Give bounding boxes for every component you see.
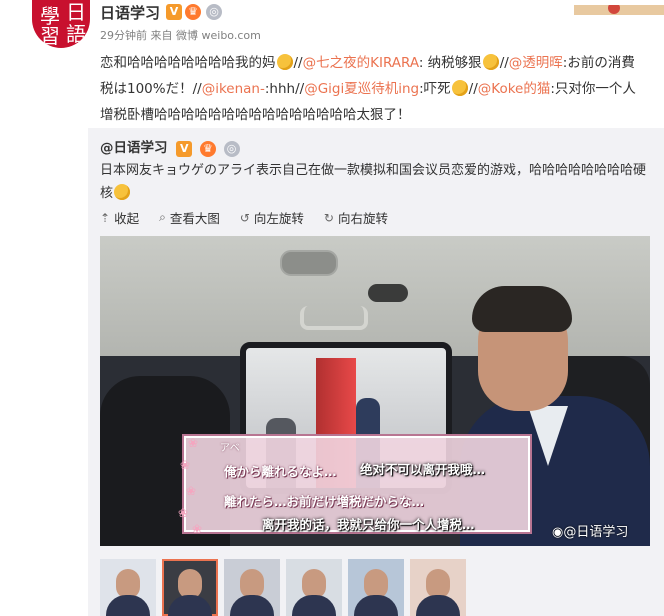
weibo-post-card: 日 語 學 習 日语学习 V ♛ ◎ 29分钟前 来自 微博 weibo.com… <box>0 0 664 616</box>
post-text-segment: // <box>468 81 478 97</box>
subtitle-cn-2: 离开我的话，我就只给你一个人增税… <box>262 517 475 532</box>
verified-icon[interactable]: V <box>166 4 182 20</box>
verified-icon[interactable]: V <box>176 141 193 157</box>
car-handle <box>300 306 368 330</box>
mention-link[interactable]: @透明晖 <box>509 55 563 71</box>
avatar[interactable]: 日 語 學 習 <box>32 0 90 48</box>
search-icon: ⌕ <box>159 210 166 224</box>
post-source[interactable]: 微博 weibo.com <box>176 29 261 42</box>
rotate-right-icon: ↻ <box>323 210 334 225</box>
post-text-segment: // <box>499 55 509 71</box>
tool-search[interactable]: ⌕ 查看大图 <box>159 208 220 227</box>
tool-label: 向右旋转 <box>337 211 388 226</box>
avatar-char: 習 <box>40 24 60 48</box>
avatar-char: 日 <box>66 0 86 24</box>
thumbnail-body <box>230 595 274 616</box>
subtitle-jp-1: 俺から離れるなよ… <box>224 464 337 479</box>
flower-icon: ❀ <box>192 522 203 536</box>
post-text-segment: 恋和哈哈哈哈哈哈哈哈我的妈 <box>100 55 276 71</box>
post-text-segment: :hhh// <box>264 81 305 97</box>
laugh-emoji-icon <box>482 54 499 70</box>
mention-link[interactable]: @ikenan- <box>202 81 265 97</box>
speaker-label: アベ <box>220 443 240 454</box>
watermark: ◉@日语学习 <box>552 521 628 540</box>
post-text-segment: : 纳税够狠 <box>418 55 482 71</box>
repost-image[interactable]: ❀ ❀ ❀ ❀ ❀ アベ 俺から離れるなよ… 绝对不可以离开我哦… 離れたら…お… <box>100 236 650 546</box>
thumbnail[interactable] <box>410 559 466 616</box>
source-prefix: 来自 <box>150 29 173 42</box>
medal-icon[interactable]: ◎ <box>223 141 240 157</box>
thumbnail[interactable] <box>100 559 156 616</box>
thumbnail-strip <box>100 559 466 616</box>
flower-icon: ❀ <box>186 484 197 498</box>
post-text-segment: // <box>293 55 303 71</box>
weibo-logo-icon: ◉ <box>552 525 564 540</box>
repost-author-link[interactable]: @日语学习 <box>100 140 168 156</box>
repost-text: 日本网友キョウゲのアライ表示自己在做一款模拟和国会议员恋爱的游戏，哈哈哈哈哈哈哈… <box>100 159 648 205</box>
flower-icon: ❀ <box>180 458 191 472</box>
laugh-emoji-icon <box>451 80 468 96</box>
post-meta: 29分钟前 来自 微博 weibo.com <box>100 27 261 43</box>
mention-link[interactable]: @Koke的猫 <box>478 81 551 97</box>
thumbnail-body <box>106 595 150 616</box>
laugh-emoji-icon <box>114 184 131 200</box>
thumbnail-body <box>416 595 460 616</box>
flower-icon: ❀ <box>188 436 199 450</box>
mention-link[interactable]: @Gigi夏巡待机ing <box>304 81 419 97</box>
collapse-icon: ⇡ <box>100 210 111 225</box>
post-text: 恋和哈哈哈哈哈哈哈哈我的妈//@七之夜的KIRARA: 纳税够狠//@透明晖:お… <box>100 50 645 128</box>
tool-label: 向左旋转 <box>253 211 304 226</box>
watermark-text: @日语学习 <box>563 525 629 540</box>
thumbnail-body <box>168 595 212 616</box>
medal-icon[interactable]: ◎ <box>206 4 222 20</box>
thumbnail-body <box>292 595 336 616</box>
subtitle-jp-2: 離れたら…お前だけ増税だからな… <box>224 494 425 509</box>
repost-author-row: @日语学习 V ♛ ◎ <box>100 136 240 157</box>
thumbnail[interactable] <box>162 559 218 616</box>
post-text-segment: :吓死 <box>419 81 451 97</box>
post-time[interactable]: 29分钟前 <box>100 29 147 42</box>
man-hair <box>472 286 572 332</box>
tool-rotate-left[interactable]: ↺ 向左旋转 <box>240 208 304 227</box>
mention-link[interactable]: @七之夜的KIRARA <box>303 55 419 71</box>
avatar-char: 語 <box>66 22 86 46</box>
car-light <box>368 284 408 302</box>
thumbnail[interactable] <box>224 559 280 616</box>
tool-label: 查看大图 <box>169 211 220 226</box>
decoration-strip <box>574 0 664 15</box>
repost-block: @日语学习 V ♛ ◎ 日本网友キョウゲのアライ表示自己在做一款模拟和国会议员恋… <box>88 128 664 616</box>
rotate-left-icon: ↺ <box>239 210 250 225</box>
fire-badge-icon[interactable]: ♛ <box>199 141 216 157</box>
tool-collapse[interactable]: ⇡ 收起 <box>100 208 139 227</box>
repost-text-body: 日本网友キョウゲのアライ表示自己在做一款模拟和国会议员恋爱的游戏，哈哈哈哈哈哈哈… <box>100 163 647 201</box>
avatar-char: 學 <box>40 4 60 28</box>
tool-label: 收起 <box>114 211 140 226</box>
flower-icon: ❀ <box>178 506 189 520</box>
fire-badge-icon[interactable]: ♛ <box>185 4 201 20</box>
tool-rotate-right[interactable]: ↻ 向右旋转 <box>324 208 388 227</box>
author-name[interactable]: 日语学习 <box>100 2 160 23</box>
car-vent <box>280 250 338 276</box>
subtitle-cn-1: 绝对不可以离开我哦… <box>360 462 486 477</box>
thumbnail-body <box>354 595 398 616</box>
thumbnail[interactable] <box>348 559 404 616</box>
image-toolbar: ⇡ 收起 ⌕ 查看大图 ↺ 向左旋转 ↻ 向右旋转 <box>100 208 388 227</box>
laugh-emoji-icon <box>276 54 293 70</box>
thumbnail[interactable] <box>286 559 342 616</box>
